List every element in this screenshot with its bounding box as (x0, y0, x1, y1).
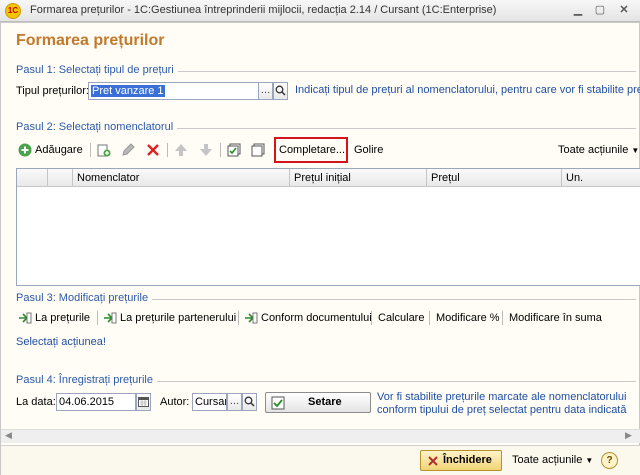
highlight-box (274, 137, 348, 163)
author-input[interactable]: Cursant (192, 393, 227, 411)
price-type-label: Tipul prețurilor: (16, 85, 89, 97)
chevron-down-icon: ▼ (631, 146, 640, 155)
header-price[interactable]: Prețul (426, 169, 561, 187)
toolbar-separator (167, 143, 168, 157)
to-prices-button[interactable]: La prețurile (35, 309, 90, 327)
horizontal-scrollbar[interactable]: ◀ ▶ (1, 429, 640, 443)
price-type-input[interactable]: Pret vanzare 1 (88, 82, 260, 100)
window-title: Formarea prețurilor - 1C:Gestiunea între… (30, 4, 497, 16)
close-button[interactable]: Închidere (420, 450, 502, 471)
step1-hint: Indicați tipul de prețuri al nomenclator… (295, 84, 640, 96)
price-arrow-icon (19, 312, 32, 324)
modify-sum-button[interactable]: Modificare în suma (509, 309, 602, 327)
close-x-icon (428, 456, 438, 466)
items-table[interactable]: Nomenclator Prețul inițial Prețul Un. (16, 168, 640, 286)
scroll-left-icon[interactable]: ◀ (5, 430, 12, 441)
document-arrow-icon (245, 312, 258, 324)
toolbar-separator (429, 311, 430, 325)
all-actions-menu[interactable]: Toate acțiunile ▼ (558, 141, 639, 159)
set-button[interactable]: Setare (265, 392, 371, 413)
header-check (47, 169, 72, 187)
set-label: Setare (308, 396, 342, 408)
author-value: Cursant (195, 396, 226, 408)
copy-add-icon[interactable] (97, 143, 111, 157)
toolbar-separator (97, 311, 98, 325)
help-icon[interactable]: ? (601, 452, 618, 469)
step3-label: Pasul 3: Modificați prețurile (16, 292, 153, 304)
date-value: 04.06.2015 (59, 396, 115, 408)
author-label: Autor: (160, 396, 190, 408)
modify-percent-button[interactable]: Modificare % (436, 309, 500, 327)
step2-label: Pasul 2: Selectați nomenclatorul (16, 121, 178, 133)
maximize-icon[interactable]: ▢ (592, 3, 608, 18)
all-actions-label: Toate acțiunile (558, 144, 629, 156)
pencil-icon[interactable] (121, 143, 135, 157)
toolbar-separator (90, 143, 91, 157)
date-input[interactable]: 04.06.2015 (56, 393, 136, 411)
price-type-value: Pret vanzare 1 (91, 85, 165, 97)
close-window-icon[interactable]: ✕ (616, 3, 632, 18)
step4-label: Pasul 4: Înregistrați prețurile (16, 374, 157, 386)
calendar-icon[interactable] (136, 393, 151, 411)
clear-button[interactable]: Golire (354, 141, 383, 159)
page-title: Formarea prețurilor (16, 32, 165, 49)
chevron-down-icon: ▼ (585, 456, 594, 465)
table-header: Nomenclator Prețul inițial Prețul Un. (17, 169, 640, 187)
uncheck-all-icon[interactable] (251, 143, 265, 157)
step1-label: Pasul 1: Selectați tipul de prețuri (16, 64, 178, 76)
toolbar-separator (371, 311, 372, 325)
plus-circle-icon (18, 143, 32, 157)
by-document-button[interactable]: Conform documentului (261, 309, 372, 327)
arrow-down-icon[interactable] (199, 143, 213, 157)
check-all-icon[interactable] (227, 143, 241, 157)
footer-all-actions-menu[interactable]: Toate acțiunile ▼ (512, 451, 593, 469)
arrow-up-icon[interactable] (174, 143, 188, 157)
header-initial-price[interactable]: Prețul inițial (289, 169, 426, 187)
app-logo-icon: 1С (5, 3, 21, 19)
header-marker (17, 169, 47, 187)
price-arrow-icon (104, 312, 117, 324)
delete-icon[interactable] (146, 143, 160, 157)
close-label: Închidere (443, 454, 492, 466)
check-icon (271, 396, 285, 410)
toolbar-separator (220, 143, 221, 157)
toolbar-separator (238, 311, 239, 325)
author-ellipsis-button[interactable]: … (227, 393, 242, 411)
ellipsis-button[interactable]: … (258, 82, 273, 100)
search-icon[interactable] (273, 82, 288, 100)
add-label: Adăugare (35, 144, 83, 156)
window-titlebar: 1С Formarea prețurilor - 1C:Gestiunea în… (0, 0, 640, 22)
toolbar-separator (502, 311, 503, 325)
author-search-icon[interactable] (242, 393, 257, 411)
footer-all-actions-label: Toate acțiunile (512, 454, 583, 466)
form-panel: Formarea prețurilor Pasul 1: Selectați t… (0, 22, 640, 475)
header-nomenclator[interactable]: Nomenclator (72, 169, 289, 187)
minimize-icon[interactable]: ▁ (570, 3, 586, 18)
calculate-button[interactable]: Calculare (378, 309, 424, 327)
select-action-hint: Selectați acțiunea! (16, 336, 106, 348)
scroll-right-icon[interactable]: ▶ (625, 430, 632, 441)
date-label: La data: (16, 396, 56, 408)
footer-bar: Închidere Toate acțiunile ▼ ? (1, 445, 640, 475)
header-unit[interactable]: Un. (561, 169, 640, 187)
step4-hint: Vor fi stabilite prețurile marcate ale n… (377, 391, 627, 416)
partner-prices-button[interactable]: La prețurile partenerului (120, 309, 236, 327)
